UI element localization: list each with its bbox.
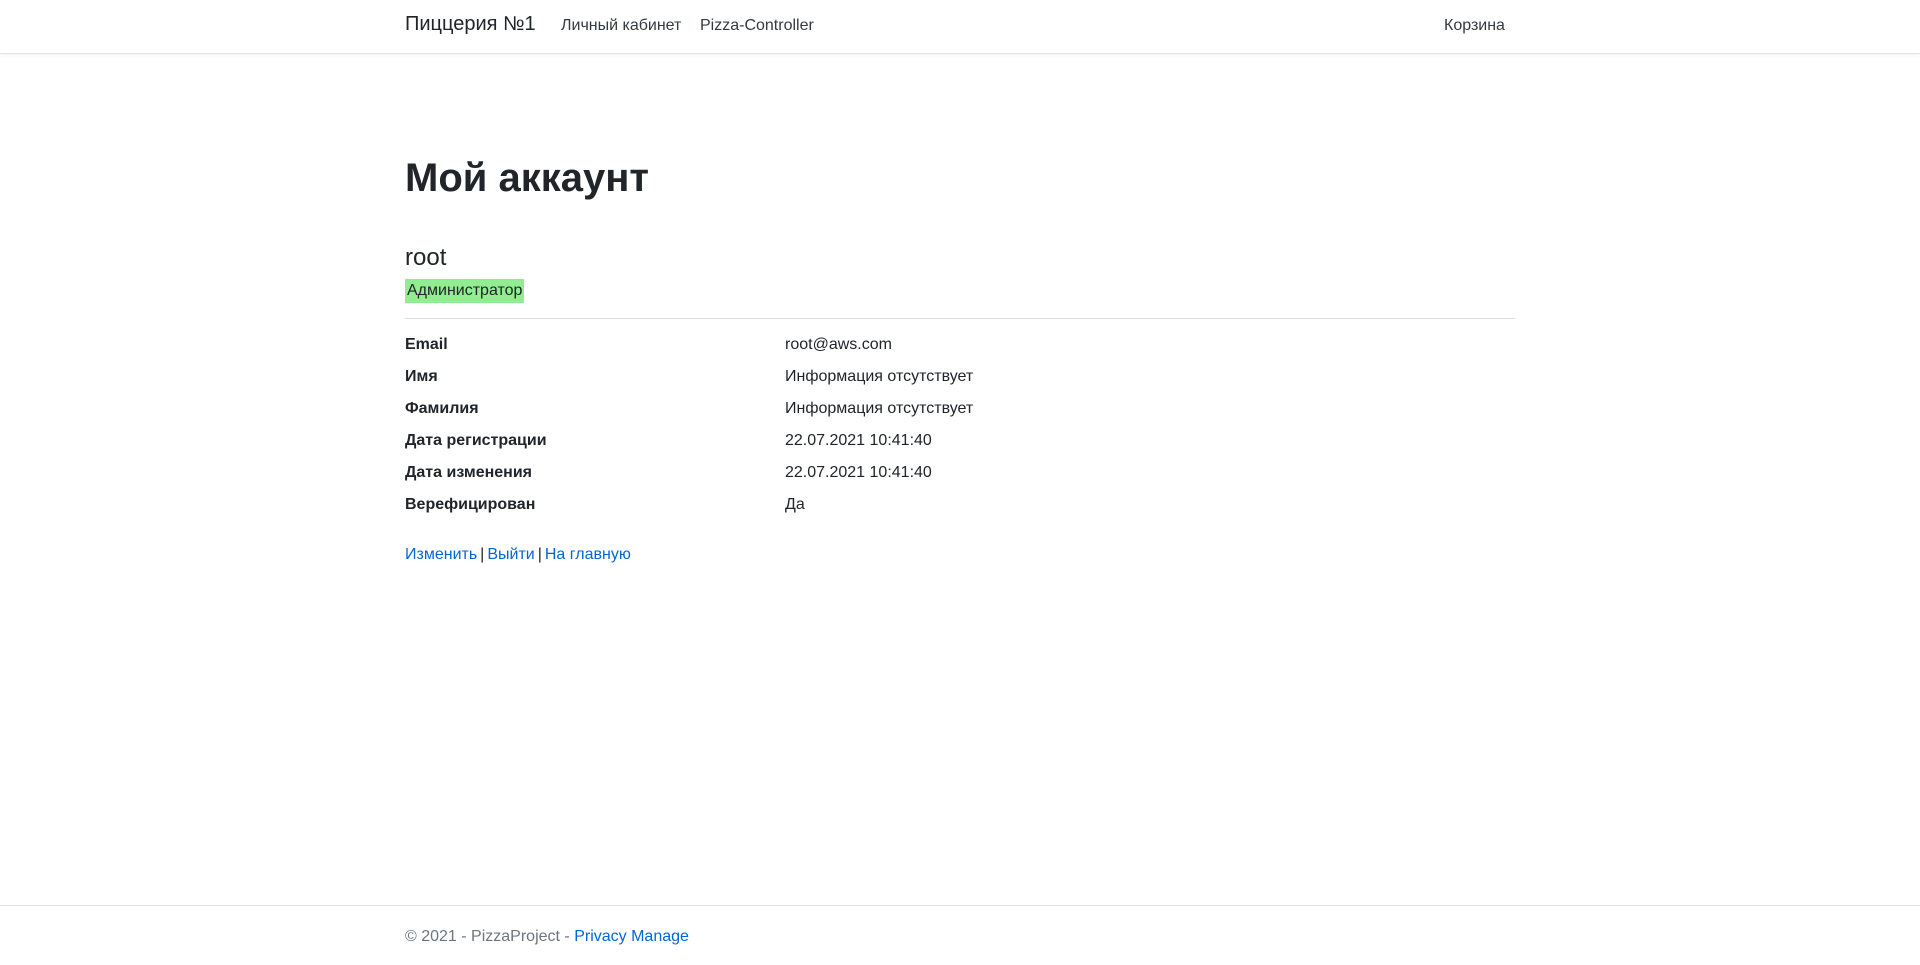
privacy-link[interactable]: Privacy Manage — [574, 928, 689, 945]
logout-link[interactable]: Выйти — [487, 546, 534, 563]
detail-row-email: Email root@aws.com — [405, 336, 1515, 368]
detail-label: Email — [405, 336, 448, 353]
edit-link[interactable]: Изменить — [405, 546, 477, 563]
detail-row-modified-date: Дата изменения 22.07.2021 10:41:40 — [405, 464, 1515, 496]
detail-row-verified: Верефицирован Да — [405, 496, 1515, 528]
username: root — [405, 244, 447, 271]
detail-value: 22.07.2021 10:41:40 — [785, 432, 932, 449]
detail-label: Дата изменения — [405, 464, 532, 481]
section-divider — [405, 318, 1515, 319]
detail-value: Да — [785, 496, 805, 513]
detail-value: Информация отсутствует — [785, 400, 974, 417]
nav-link-pizza-controller[interactable]: Pizza-Controller — [700, 17, 814, 35]
detail-row-first-name: Имя Информация отсутствует — [405, 368, 1515, 400]
footer: © 2021 - PizzaProject - Privacy Manage — [0, 905, 1920, 965]
brand-link[interactable]: Пиццерия №1 — [405, 13, 536, 36]
separator: | — [480, 546, 485, 563]
home-link[interactable]: На главную — [545, 546, 631, 563]
detail-value: 22.07.2021 10:41:40 — [785, 464, 932, 481]
detail-label: Дата регистрации — [405, 432, 547, 449]
copyright-text: © 2021 - PizzaProject - — [405, 928, 575, 945]
role-badge: Администратор — [405, 279, 525, 303]
detail-value: Информация отсутствует — [785, 368, 974, 385]
detail-row-last-name: Фамилия Информация отсутствует — [405, 400, 1515, 432]
detail-label: Верефицирован — [405, 496, 536, 513]
detail-row-registration-date: Дата регистрации 22.07.2021 10:41:40 — [405, 432, 1515, 464]
account-details-list: Email root@aws.com Имя Информация отсутс… — [405, 336, 1515, 528]
separator: | — [537, 546, 542, 563]
page-title: Мой аккаунт — [405, 156, 649, 200]
detail-label: Фамилия — [405, 400, 479, 417]
footer-text: © 2021 - PizzaProject - Privacy Manage — [405, 928, 689, 946]
detail-value: root@aws.com — [785, 336, 892, 353]
nav-link-personal-cabinet[interactable]: Личный кабинет — [561, 17, 681, 35]
detail-label: Имя — [405, 368, 438, 385]
account-actions: Изменить | Выйти | На главную — [405, 546, 631, 564]
nav-link-cart[interactable]: Корзина — [1444, 17, 1505, 35]
top-navbar: Пиццерия №1 Личный кабинет Pizza-Control… — [0, 0, 1920, 54]
